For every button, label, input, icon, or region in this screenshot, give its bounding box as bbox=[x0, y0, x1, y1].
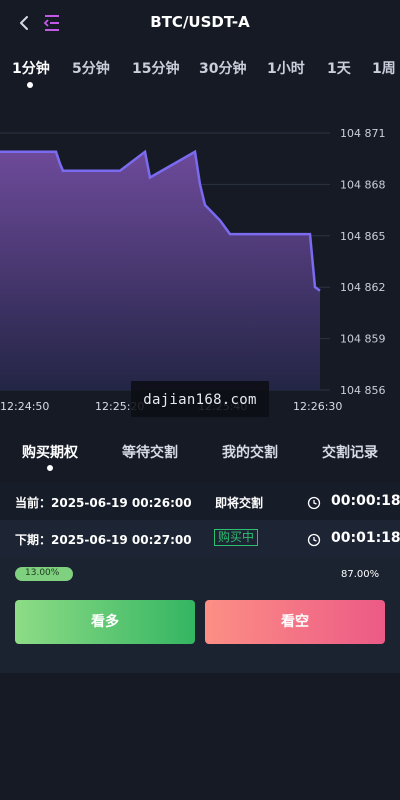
y-tick-label: 104 868 bbox=[340, 178, 386, 191]
price-area bbox=[0, 151, 320, 390]
page-title: BTC/USDT-A bbox=[150, 13, 250, 31]
interval-tabs: 1分钟 5分钟 15分钟 30分钟 1小时 1天 1周 bbox=[0, 56, 400, 92]
y-tick-label: 104 859 bbox=[340, 333, 386, 346]
tab-interval-30m[interactable]: 30分钟 bbox=[199, 58, 246, 78]
watermark-text: dajian168.com bbox=[143, 392, 257, 408]
clock-icon bbox=[307, 495, 321, 510]
current-period-label: 当前：2025-06-19 00:26:00 bbox=[15, 496, 192, 510]
tab-interval-5m[interactable]: 5分钟 bbox=[72, 58, 110, 78]
active-trade-tab-indicator bbox=[47, 465, 53, 471]
long-short-ratio: 13.00% 87.00% bbox=[0, 562, 400, 586]
next-period-label: 下期：2025-06-19 00:27:00 bbox=[15, 533, 192, 547]
next-period-status-badge: 购买中 bbox=[214, 529, 259, 546]
long-ratio-bar: 13.00% bbox=[15, 567, 73, 581]
trade-tabs: 购买期权 等待交割 我的交割 交割记录 bbox=[0, 432, 400, 478]
price-chart[interactable]: 104 871 104 868 104 865 104 862 104 859 104 8… bbox=[0, 120, 400, 420]
tab-buy-option[interactable]: 购买期权 bbox=[22, 442, 78, 462]
clock-icon bbox=[307, 532, 321, 547]
x-tick-label: 12:24:50 bbox=[0, 400, 49, 413]
tab-interval-1w[interactable]: 1周 bbox=[372, 58, 396, 78]
x-tick-label: 12:26:30 bbox=[293, 400, 342, 413]
next-period-row: 下期：2025-06-19 00:27:00 购买中 00:01:18 bbox=[0, 520, 400, 558]
tab-delivery-records[interactable]: 交割记录 bbox=[322, 442, 378, 462]
y-tick-label: 104 871 bbox=[340, 127, 386, 140]
y-tick-label: 104 862 bbox=[340, 281, 386, 294]
current-countdown: 00:00:18 bbox=[331, 493, 400, 509]
tab-waiting-delivery[interactable]: 等待交割 bbox=[122, 442, 178, 462]
tab-my-delivery[interactable]: 我的交割 bbox=[222, 442, 278, 462]
long-ratio-text: 13.00% bbox=[25, 568, 60, 578]
top-bar: BTC/USDT-A bbox=[0, 0, 400, 46]
active-tab-indicator bbox=[27, 82, 33, 88]
y-tick-label: 104 856 bbox=[340, 384, 386, 397]
tab-interval-1h[interactable]: 1小时 bbox=[267, 58, 305, 78]
current-period-row: 当前：2025-06-19 00:26:00 即将交割 00:00:18 bbox=[0, 483, 400, 521]
buy-long-button[interactable]: 看多 bbox=[15, 600, 195, 644]
current-period-status: 即将交割 bbox=[215, 496, 264, 510]
y-tick-label: 104 865 bbox=[340, 230, 386, 243]
tab-interval-1m[interactable]: 1分钟 bbox=[12, 58, 50, 78]
price-chart-svg: 104 871 104 868 104 865 104 862 104 859 104 8… bbox=[0, 127, 386, 413]
short-ratio-text: 87.00% bbox=[341, 569, 380, 580]
buy-short-button[interactable]: 看空 bbox=[205, 600, 385, 644]
watermark: dajian168.com bbox=[131, 381, 269, 417]
next-countdown: 00:01:18 bbox=[331, 530, 400, 546]
tab-interval-15m[interactable]: 15分钟 bbox=[132, 58, 179, 78]
tab-interval-1d[interactable]: 1天 bbox=[327, 58, 351, 78]
